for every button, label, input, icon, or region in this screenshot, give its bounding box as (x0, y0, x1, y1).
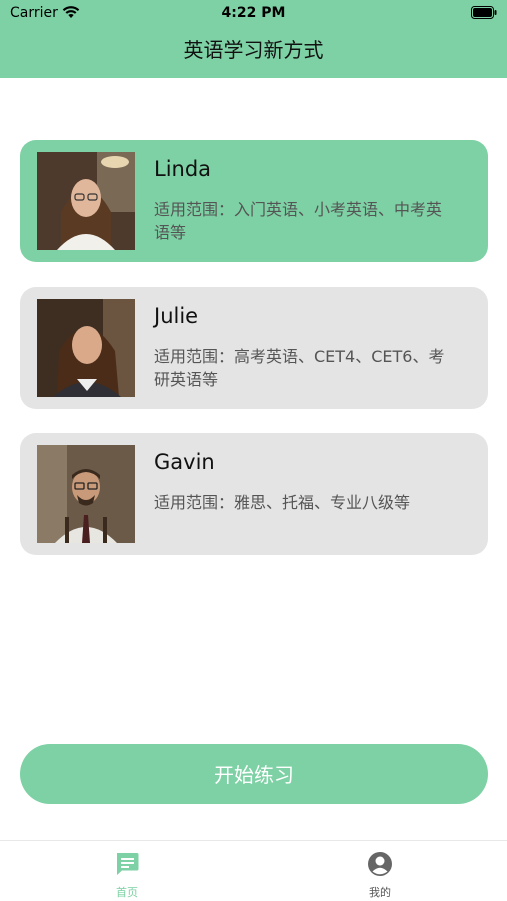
start-practice-button[interactable]: 开始练习 (20, 744, 488, 804)
teacher-scope: 适用范围：入门英语、小考英语、中考英语等 (154, 200, 443, 242)
tab-bar: 首页 我的 (0, 840, 507, 901)
teacher-name: Gavin (154, 450, 215, 474)
teacher-scope: 适用范围：雅思、托福、专业八级等 (154, 493, 411, 512)
tab-mine-label: 我的 (369, 886, 391, 899)
tab-home-label: 首页 (116, 886, 138, 899)
status-bar: Carrier 4:22 PM (0, 0, 507, 28)
battery-icon (471, 6, 497, 19)
teacher-avatar (37, 445, 135, 543)
teacher-name: Linda (154, 157, 212, 181)
tab-home[interactable]: 首页 (67, 841, 187, 901)
teacher-card-linda[interactable]: Linda 适用范围：入门英语、小考英语、中考英语等 (20, 140, 488, 262)
teacher-avatar (37, 299, 135, 397)
teacher-card-gavin[interactable]: Gavin 适用范围：雅思、托福、专业八级等 (20, 433, 488, 555)
tab-mine[interactable]: 我的 (320, 841, 440, 901)
status-time: 4:22 PM (221, 5, 286, 21)
user-profile-icon (368, 852, 392, 876)
teacher-card-julie[interactable]: Julie 适用范围：高考英语、CET4、CET6、考研英语等 (20, 287, 488, 409)
teacher-name: Julie (154, 304, 199, 328)
teacher-scope: 适用范围：高考英语、CET4、CET6、考研英语等 (154, 347, 445, 389)
page-title: 英语学习新方式 (183, 38, 324, 62)
chat-bubble-icon (117, 853, 139, 875)
navigation-bar: Carrier 4:22 PM 英语学习新方式 (0, 0, 507, 78)
teacher-avatar (37, 152, 135, 250)
